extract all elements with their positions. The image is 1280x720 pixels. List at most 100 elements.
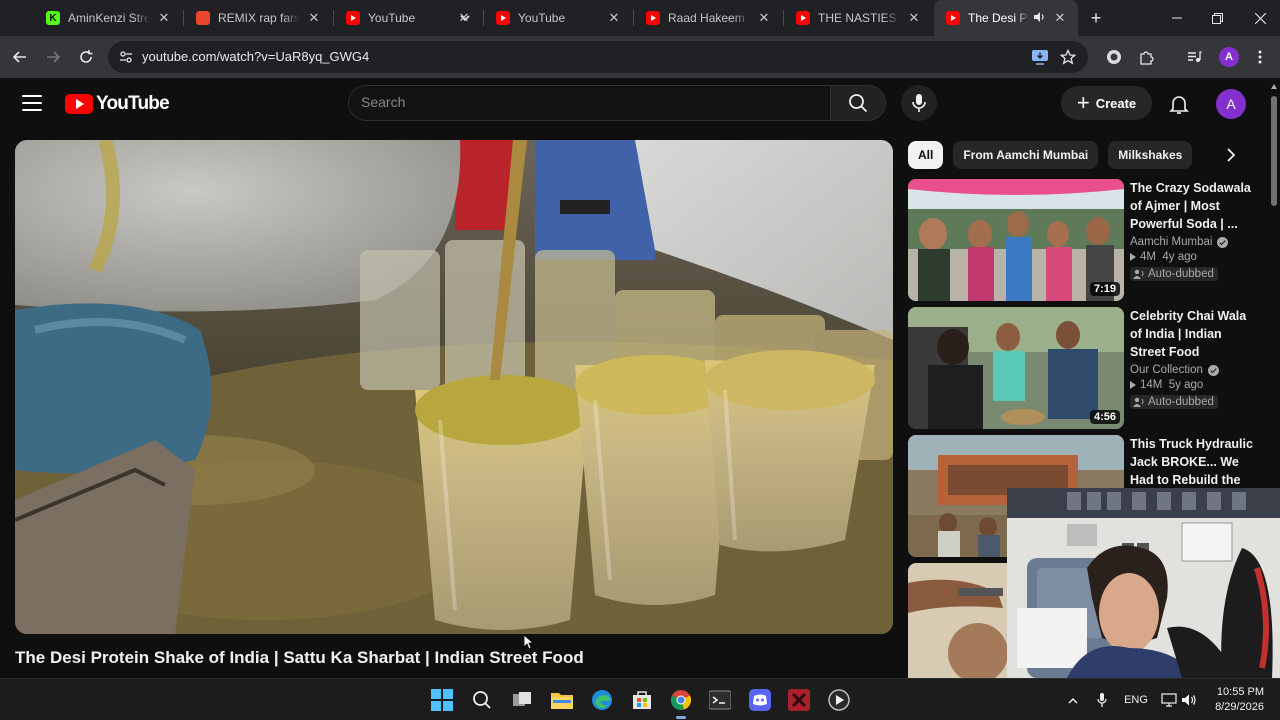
terminal-icon[interactable] [708,688,732,712]
taskbar-clock[interactable]: 10:55 PM 8/29/2026 [1204,685,1264,715]
close-tab-icon[interactable]: ✕ [756,10,772,26]
bookmark-star-icon[interactable] [1058,47,1078,67]
scroll-up-icon[interactable] [1271,84,1277,89]
microphone-icon[interactable] [1094,691,1110,709]
back-icon[interactable] [8,45,32,69]
notifications-bell-icon[interactable] [1167,92,1191,116]
tab-title: YouTube [368,11,416,25]
minimize-icon[interactable] [1157,0,1197,36]
media-controls-icon[interactable] [1184,47,1204,67]
browser-profile-avatar[interactable]: A [1219,47,1239,67]
forward-icon[interactable] [41,45,65,69]
chip-milkshakes[interactable]: Milkshakes [1108,141,1193,169]
close-tab-icon[interactable]: ✕ [906,10,922,26]
video-thumbnail[interactable]: 4:56 [908,307,1124,429]
kick-icon: K [46,11,60,25]
language-indicator[interactable]: ENG [1122,691,1150,709]
microphone-icon [912,94,926,112]
close-tab-icon[interactable]: ✕ [456,10,472,26]
verified-check-icon [1217,236,1229,248]
edge-icon[interactable] [590,688,614,712]
browser-tab[interactable]: YouTube ✕ [484,0,632,36]
youtube-icon [496,11,510,25]
close-tab-icon[interactable]: ✕ [156,10,172,26]
channel-name[interactable]: Our Collection [1130,364,1203,376]
chip-all[interactable]: All [908,141,944,169]
url-text[interactable]: youtube.com/watch?v=UaR8yq_GWG4 [142,49,369,64]
search-field[interactable] [348,85,830,121]
browser-tab[interactable]: K AminKenzi Stream ✕ [34,0,182,36]
recommended-video-title[interactable]: The Crazy Sodawala of Ajmer | Most Power… [1130,179,1254,233]
search-icon [849,94,868,113]
site-info-icon[interactable] [118,49,134,65]
browser-tab[interactable]: REMIX rap farsi re ✕ [184,0,332,36]
video-title: The Desi Protein Shake of India | Sattu … [15,648,584,667]
plus-icon: + [1076,90,1090,115]
network-icon[interactable] [1160,691,1178,709]
create-button-label: Create [1095,95,1137,111]
auto-dubbed-badge: Auto-dubbed [1130,267,1218,281]
search-input[interactable] [361,94,801,110]
media-player-icon[interactable] [827,688,851,712]
extension-circle-icon[interactable] [1104,47,1124,67]
speaker-icon[interactable] [1033,11,1046,26]
browser-menu-icon[interactable] [1250,47,1270,67]
view-count: 4M [1140,251,1156,263]
chip-scroll-right-icon[interactable] [1218,141,1244,169]
browser-tab[interactable]: Raad Hakeem 202 ✕ [634,0,782,36]
show-hidden-icons-icon[interactable] [1064,691,1082,709]
tab-title: REMIX rap farsi re [218,11,300,25]
soundcloud-icon [196,11,210,25]
chip-from-channel[interactable]: From Aamchi Mumbai [953,141,1099,169]
recommended-video[interactable]: 7:19 The Crazy Sodawala of Ajmer | Most … [908,179,1254,301]
recommended-video[interactable]: 4:56 Celebrity Chai Wala of India | Indi… [908,307,1254,429]
store-icon[interactable] [630,688,654,712]
redapp-icon[interactable] [787,688,811,712]
discord-icon[interactable] [748,688,772,712]
recommended-video-title[interactable]: This Truck Hydraulic Jack BROKE... We Ha… [1130,435,1254,489]
browser-tab-active[interactable]: The Desi Protei ✕ [934,0,1078,36]
volume-icon[interactable] [1180,691,1198,709]
recommended-video-title[interactable]: Celebrity Chai Wala of India | Indian St… [1130,307,1254,361]
close-window-icon[interactable] [1240,0,1280,36]
voice-search-button[interactable] [901,85,937,121]
video-player[interactable] [15,140,893,634]
reload-icon[interactable] [74,45,98,69]
chrome-icon[interactable] [669,688,693,719]
close-tab-icon[interactable]: ✕ [1052,10,1068,26]
close-tab-icon[interactable]: ✕ [606,10,622,26]
video-duration: 7:19 [1089,282,1120,296]
search-button[interactable] [830,85,886,121]
tab-title: The Desi Protei [968,11,1029,25]
new-tab-icon[interactable]: + [1084,6,1108,30]
browser-tab[interactable]: THE NASTIEST Inc ✕ [784,0,932,36]
scrollbar-thumb[interactable] [1271,96,1277,206]
youtube-icon [946,11,960,25]
clock-date: 8/29/2026 [1215,701,1264,713]
upload-age: 4y ago [1162,251,1197,263]
filter-chips: All From Aamchi Mumbai Milkshakes [908,141,1202,169]
hamburger-menu-icon[interactable] [22,95,42,111]
windows-start-icon[interactable] [430,688,454,712]
youtube-icon [346,11,360,25]
webcam-image [1007,488,1280,678]
file-explorer-icon[interactable] [550,688,574,712]
tab-title: Raad Hakeem 202 [668,11,750,25]
address-bar[interactable]: youtube.com/watch?v=UaR8yq_GWG4 [108,41,1088,73]
user-avatar[interactable]: A [1216,89,1246,119]
dubbing-person-icon [1133,269,1144,279]
play-count-icon [1130,381,1136,389]
video-thumbnail[interactable]: 7:19 [908,179,1124,301]
create-button[interactable]: + Create [1061,86,1152,120]
channel-name[interactable]: Aamchi Mumbai [1130,236,1212,248]
task-view-icon[interactable] [510,688,534,712]
extensions-puzzle-icon[interactable] [1137,47,1157,67]
close-tab-icon[interactable]: ✕ [306,10,322,26]
video-frame [15,140,893,634]
install-app-icon[interactable] [1030,47,1050,67]
search-icon[interactable] [470,688,494,712]
browser-tab[interactable]: YouTube ✕ [334,0,482,36]
windows-taskbar: ENG 10:55 PM 8/29/2026 [0,678,1280,720]
youtube-logo[interactable]: YouTube [65,93,170,115]
restore-icon[interactable] [1197,0,1237,36]
